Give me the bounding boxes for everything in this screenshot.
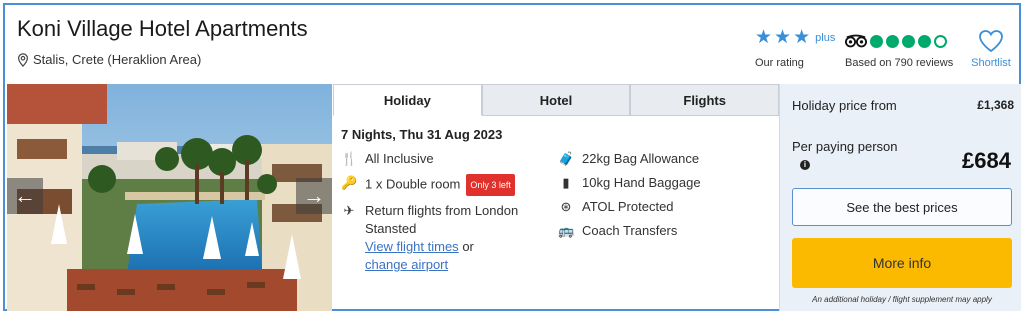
- hand-baggage: ▮ 10kg Hand Baggage: [558, 174, 775, 192]
- details-tabs: Holiday Hotel Flights: [333, 84, 780, 116]
- our-rating: ★ ★ ★ plus Our rating: [755, 28, 837, 69]
- gallery-next-button[interactable]: →: [296, 178, 332, 214]
- info-icon[interactable]: i: [800, 160, 810, 170]
- see-best-prices-button[interactable]: See the best prices: [792, 188, 1012, 226]
- holiday-dates: 7 Nights, Thu 31 Aug 2023: [341, 127, 503, 142]
- hotel-photo-image: [7, 84, 332, 311]
- tab-flights[interactable]: Flights: [630, 84, 780, 116]
- price-from-value: £1,368: [977, 98, 1014, 112]
- rating-plus: plus: [815, 32, 836, 44]
- details-left-column: 🍴 All Inclusive 🔑 1 x Double room Only 3 …: [341, 150, 558, 280]
- shortlist-button[interactable]: Shortlist: [966, 29, 1016, 69]
- or-text: or: [462, 239, 474, 254]
- atol-text: ATOL Protected: [582, 199, 674, 214]
- flights-text: Return flights from London Stansted View…: [365, 202, 558, 274]
- arrow-left-icon: ←: [14, 183, 36, 208]
- heart-icon: [979, 30, 1003, 53]
- hotel-card: Koni Village Hotel Apartments Stalis, Cr…: [3, 3, 1021, 311]
- rating-label: Our rating: [755, 57, 804, 69]
- flights-info: ✈ Return flights from London Stansted Vi…: [341, 202, 558, 274]
- tab-holiday[interactable]: Holiday: [333, 84, 482, 116]
- atol-protection: ⊛ ATOL Protected: [558, 198, 775, 216]
- room-type-text: 1 x Double room Only 3 left: [365, 174, 515, 196]
- rating-bubble-icon: [870, 34, 883, 48]
- hand-baggage-text: 10kg Hand Baggage: [582, 175, 701, 190]
- board-basis: 🍴 All Inclusive: [341, 150, 558, 168]
- hotel-photo[interactable]: ← →: [7, 84, 332, 311]
- star-icon: ★: [793, 27, 811, 48]
- view-flight-times-link[interactable]: View flight times: [365, 239, 459, 254]
- room-text: 1 x Double room: [365, 176, 461, 192]
- map-pin-icon: [18, 52, 28, 67]
- star-icon: ★: [774, 27, 792, 48]
- star-icon: ★: [755, 27, 773, 48]
- rating-bubble-icon: [902, 34, 915, 48]
- flights-route: Return flights from London Stansted: [365, 203, 519, 236]
- key-icon: 🔑: [341, 175, 358, 190]
- per-person-label: Per paying person: [792, 139, 898, 154]
- arrow-right-icon: →: [303, 183, 325, 208]
- rating-bubble-empty-icon: [934, 34, 947, 48]
- tripadvisor-owl-icon: [845, 34, 867, 48]
- tab-hotel[interactable]: Hotel: [481, 84, 631, 116]
- atol-icon: ⊛: [560, 199, 572, 214]
- rating-bubble-icon: [918, 34, 931, 48]
- per-person-price: £684: [962, 148, 1011, 173]
- change-airport-link[interactable]: change airport: [365, 257, 448, 272]
- availability-badge: Only 3 left: [466, 174, 515, 196]
- star-rating: ★ ★ ★ plus: [755, 28, 837, 48]
- price-from-label: Holiday price from: [792, 98, 897, 113]
- hand-luggage-icon: ▮: [562, 175, 570, 190]
- room-type: 🔑 1 x Double room Only 3 left: [341, 174, 558, 196]
- tripadvisor-rating: Based on 790 reviews: [845, 34, 965, 69]
- bus-icon: 🚌: [558, 223, 575, 238]
- supplement-note: An additional holiday / flight supplemen…: [812, 295, 992, 304]
- gallery-prev-button[interactable]: ←: [7, 178, 43, 214]
- cutlery-icon: 🍴: [341, 151, 358, 166]
- hotel-name[interactable]: Koni Village Hotel Apartments: [17, 16, 308, 42]
- transfers: 🚌 Coach Transfers: [558, 222, 775, 240]
- rating-bubble-icon: [886, 34, 899, 48]
- holiday-price-from: Holiday price from £1,368: [792, 98, 1014, 113]
- board-basis-text: All Inclusive: [365, 151, 434, 166]
- details-right-column: 🧳 22kg Bag Allowance ▮ 10kg Hand Baggage…: [558, 150, 775, 280]
- plane-icon: ✈: [343, 203, 355, 218]
- transfers-text: Coach Transfers: [582, 223, 678, 238]
- price-panel: Holiday price from £1,368 Per paying per…: [779, 84, 1021, 311]
- hotel-location: Stalis, Crete (Heraklion Area): [17, 52, 201, 67]
- bag-allowance: 🧳 22kg Bag Allowance: [558, 150, 775, 168]
- more-info-button[interactable]: More info: [792, 238, 1012, 288]
- bag-allowance-text: 22kg Bag Allowance: [582, 151, 700, 166]
- location-text: Stalis, Crete (Heraklion Area): [33, 52, 202, 67]
- shortlist-label: Shortlist: [971, 57, 1011, 69]
- reviews-label[interactable]: Based on 790 reviews: [845, 57, 965, 69]
- suitcase-icon: 🧳: [558, 151, 575, 166]
- per-person-label-wrap: Per paying person i: [792, 138, 914, 174]
- holiday-details: 7 Nights, Thu 31 Aug 2023 🍴 All Inclusiv…: [341, 127, 775, 280]
